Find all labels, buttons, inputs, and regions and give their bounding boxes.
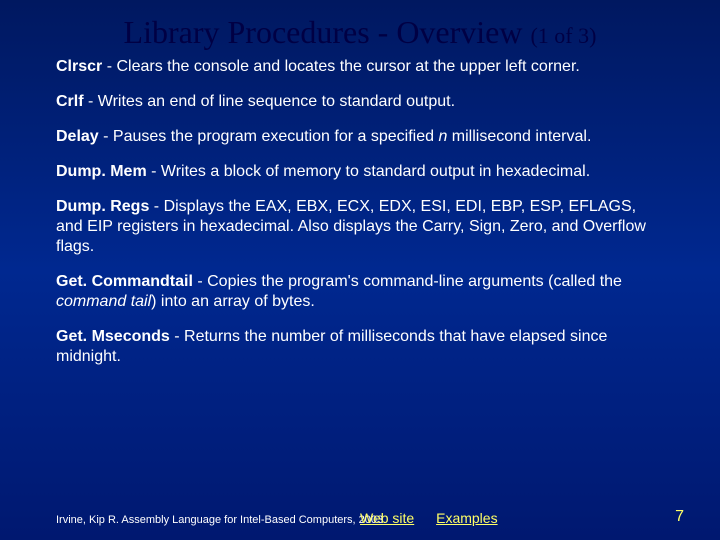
proc-italic: n	[438, 128, 447, 145]
proc-desc: Writes a block of memory to standard out…	[161, 163, 590, 180]
proc-name: Get. Mseconds	[56, 328, 170, 345]
proc-entry: Clrscr - Clears the console and locates …	[56, 57, 664, 77]
proc-entry: Delay - Pauses the program execution for…	[56, 127, 664, 147]
proc-desc: Copies the program's command-line argume…	[207, 273, 622, 290]
proc-entry: Dump. Regs - Displays the EAX, EBX, ECX,…	[56, 197, 664, 257]
footer-citation: Irvine, Kip R. Assembly Language for Int…	[56, 514, 386, 526]
proc-desc: Pauses the program execution for a speci…	[113, 128, 439, 145]
proc-name: Dump. Mem	[56, 163, 147, 180]
content-area: Clrscr - Clears the console and locates …	[0, 57, 720, 367]
proc-entry: Get. Mseconds - Returns the number of mi…	[56, 327, 664, 367]
proc-name: Delay	[56, 128, 99, 145]
title-main: Library Procedures - Overview	[124, 14, 523, 50]
proc-name: Crlf	[56, 93, 84, 110]
proc-italic: command tail	[56, 293, 151, 310]
proc-desc: Writes an end of line sequence to standa…	[98, 93, 455, 110]
proc-entry: Get. Commandtail - Copies the program's …	[56, 272, 664, 312]
proc-desc: Clears the console and locates the curso…	[116, 58, 579, 75]
title-sub: (1 of 3)	[530, 23, 596, 48]
proc-name: Clrscr	[56, 58, 102, 75]
website-link[interactable]: Web site	[360, 510, 414, 526]
proc-entry: Crlf - Writes an end of line sequence to…	[56, 92, 664, 112]
proc-name: Get. Commandtail	[56, 273, 193, 290]
slide-title: Library Procedures - Overview (1 of 3)	[0, 0, 720, 57]
proc-entry: Dump. Mem - Writes a block of memory to …	[56, 162, 664, 182]
footer-links: Web site Examples	[360, 510, 516, 526]
examples-link[interactable]: Examples	[436, 510, 497, 526]
proc-name: Dump. Regs	[56, 198, 149, 215]
page-number: 7	[675, 508, 684, 526]
